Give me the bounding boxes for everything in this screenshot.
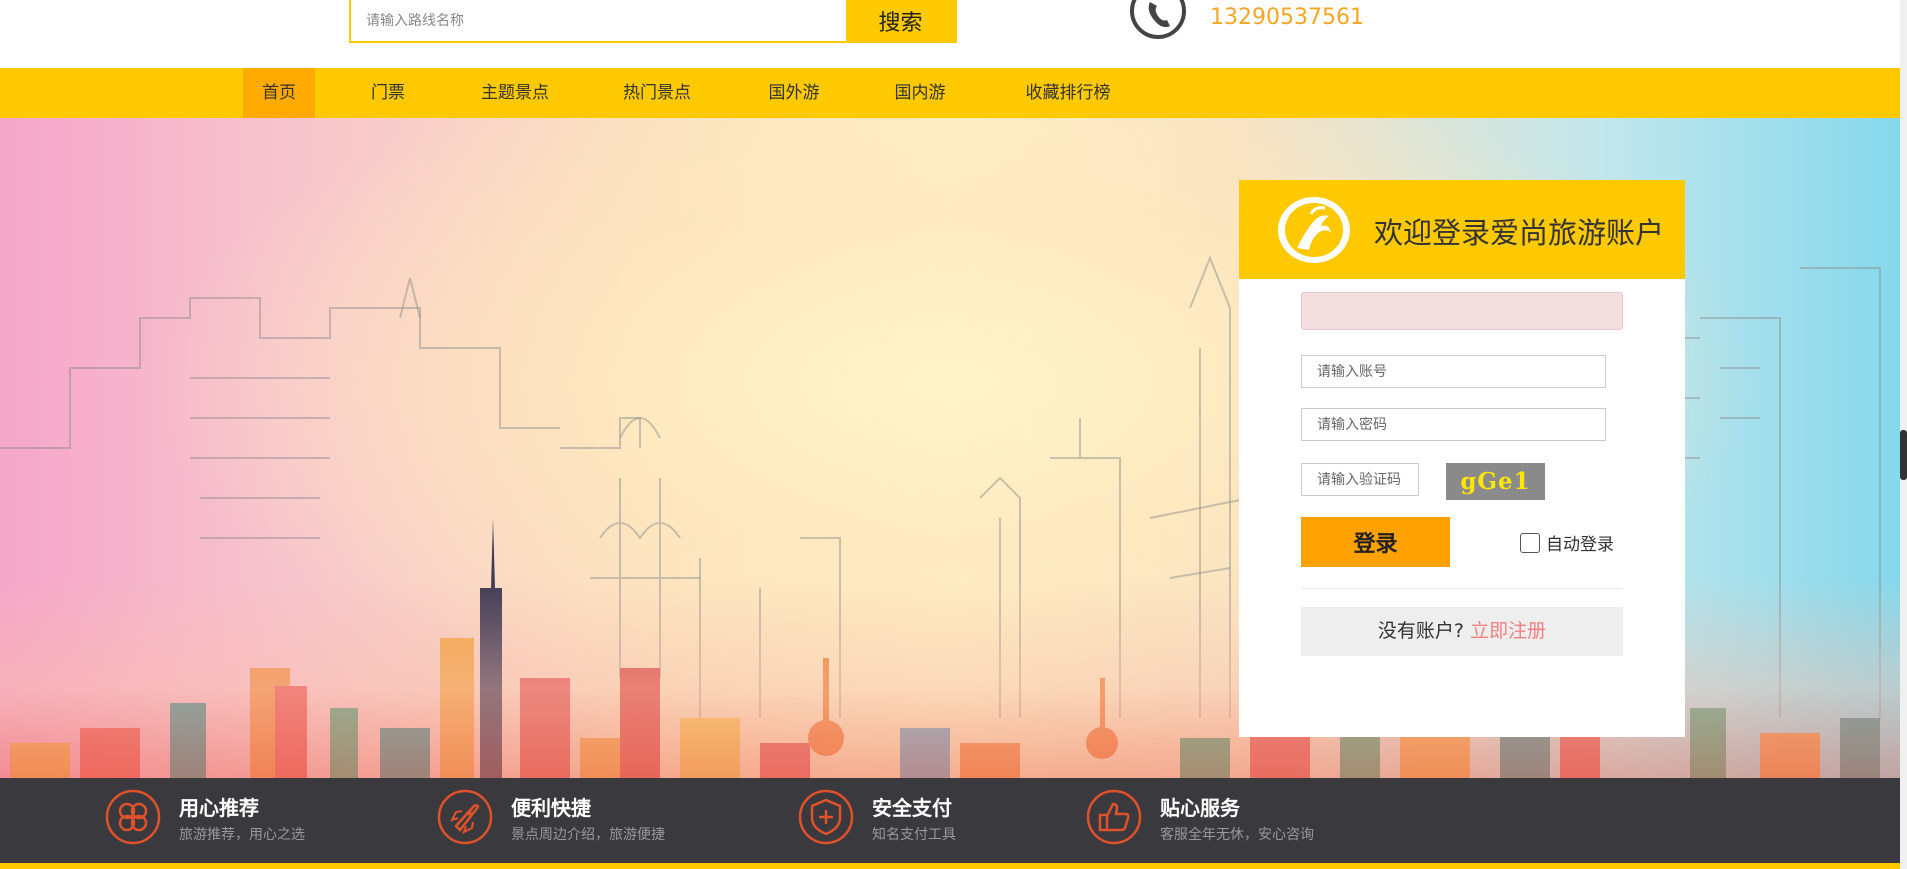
main-nav: 首页 门票 主题景点 热门景点 国外游 国内游 收藏排行榜	[0, 68, 1900, 118]
auto-login-toggle[interactable]: 自动登录	[1520, 530, 1614, 555]
feature-subtitle: 景点周边介绍，旅游便捷	[511, 827, 665, 843]
no-account-text: 没有账户?	[1377, 620, 1465, 642]
bottom-accent-strip	[0, 863, 1900, 869]
username-field[interactable]	[1301, 355, 1606, 388]
login-panel: 欢迎登录爱尚旅游账户 gGe1 登录 自动登录 没有账户? 立即注册	[1239, 180, 1685, 737]
nav-item-hot-spots[interactable]: 热门景点	[612, 68, 702, 118]
rocket-icon	[437, 789, 493, 845]
nav-item-favorites-ranking[interactable]: 收藏排行榜	[1013, 68, 1123, 118]
four-leaf-icon	[105, 789, 161, 845]
scrollbar-thumb[interactable]	[1900, 430, 1907, 480]
nav-item-theme-spots[interactable]: 主题景点	[470, 68, 560, 118]
search-button[interactable]: 搜索	[846, 0, 955, 41]
search-box: 搜索	[349, 0, 957, 43]
phone-icon	[1130, 0, 1186, 39]
phone-number: 13290537561	[1210, 5, 1364, 30]
thumbs-up-icon	[1086, 789, 1142, 845]
features-band: 用心推荐 旅游推荐，用心之选 便利快捷 景点周边介绍，旅游便捷 安全支付 知名支…	[0, 778, 1900, 863]
password-field[interactable]	[1301, 408, 1606, 441]
shield-icon	[798, 789, 854, 845]
login-button[interactable]: 登录	[1301, 517, 1450, 567]
login-title: 欢迎登录爱尚旅游账户	[1374, 216, 1665, 250]
search-input[interactable]	[351, 0, 846, 41]
captcha-image[interactable]: gGe1	[1446, 463, 1545, 500]
captcha-field[interactable]	[1301, 463, 1419, 496]
nav-item-overseas[interactable]: 国外游	[758, 68, 830, 118]
nav-item-home[interactable]: 首页	[243, 68, 315, 118]
feature-title: 安全支付	[872, 796, 952, 820]
auto-login-label: 自动登录	[1546, 535, 1614, 555]
register-link[interactable]: 立即注册	[1470, 620, 1546, 642]
feature-title: 用心推荐	[179, 796, 259, 820]
error-message-bar	[1301, 292, 1623, 330]
nav-item-tickets[interactable]: 门票	[355, 68, 421, 118]
feature-title: 贴心服务	[1160, 796, 1240, 820]
nav-item-domestic[interactable]: 国内游	[884, 68, 956, 118]
feature-subtitle: 知名支付工具	[872, 827, 956, 843]
brand-logo-icon	[1278, 197, 1350, 263]
feature-title: 便利快捷	[511, 796, 591, 820]
site-header: 搜索 13290537561	[0, 0, 1907, 68]
auto-login-checkbox[interactable]	[1520, 532, 1540, 553]
register-prompt: 没有账户? 立即注册	[1301, 607, 1623, 656]
login-header: 欢迎登录爱尚旅游账户	[1239, 180, 1685, 279]
divider	[1301, 588, 1623, 589]
feature-subtitle: 旅游推荐，用心之选	[179, 827, 305, 843]
feature-subtitle: 客服全年无休，安心咨询	[1160, 827, 1314, 843]
